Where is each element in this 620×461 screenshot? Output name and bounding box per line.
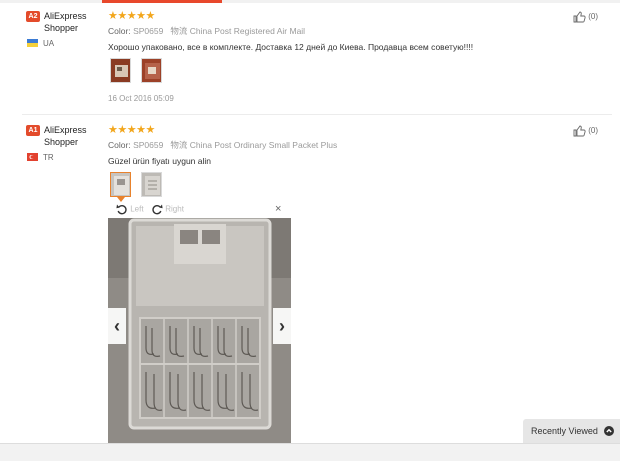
review-photo-thumbnail[interactable] bbox=[141, 172, 162, 197]
ukraine-flag-icon bbox=[27, 39, 38, 47]
logistics-value: China Post Registered Air Mail bbox=[189, 26, 306, 36]
color-value: SP0659 bbox=[133, 26, 164, 36]
review-divider bbox=[22, 114, 612, 115]
rating-stars: ★★★★★ bbox=[108, 10, 155, 22]
user-country: UA bbox=[43, 39, 55, 48]
user-name[interactable]: AliExpress Shopper bbox=[44, 10, 94, 34]
user-name[interactable]: AliExpress Shopper bbox=[44, 124, 94, 148]
user-level-badge: A1 bbox=[26, 125, 40, 136]
recently-viewed-tab[interactable]: Recently Viewed bbox=[523, 419, 620, 443]
color-value: SP0659 bbox=[133, 140, 164, 150]
photo-viewer-toolbar: Left Right × bbox=[108, 203, 291, 218]
next-photo-button[interactable]: › bbox=[273, 308, 291, 344]
fishing-hooks-box-photo bbox=[108, 218, 291, 443]
turkey-flag-icon bbox=[27, 153, 38, 161]
rotate-right-icon bbox=[152, 204, 163, 215]
chevron-up-glyph bbox=[606, 428, 612, 433]
top-tab-underline bbox=[0, 0, 620, 3]
feedback-text: Güzel ürün fiyatı uygun alin bbox=[108, 156, 212, 166]
logistics-value: China Post Ordinary Small Packet Plus bbox=[189, 140, 338, 150]
rotate-left-label: Left bbox=[130, 204, 144, 214]
review-date: 16 Oct 2016 05:09 bbox=[108, 94, 174, 103]
logistics-label: 物流 bbox=[170, 26, 188, 36]
helpful-button[interactable]: (0) bbox=[573, 11, 598, 23]
helpful-count: (0) bbox=[588, 126, 599, 136]
rotate-right-button[interactable]: Right bbox=[151, 204, 184, 215]
feedback-text: Хорошо упаковано, все в комплекте. Доста… bbox=[108, 42, 474, 52]
active-tab-indicator bbox=[102, 0, 222, 3]
review-meta: Color: SP0659 物流 China Post Ordinary Sma… bbox=[108, 139, 337, 151]
photo-thumbnail-image bbox=[111, 59, 130, 82]
helpful-button[interactable]: (0) bbox=[573, 125, 598, 137]
color-label: Color: bbox=[108, 26, 131, 36]
color-label: Color: bbox=[108, 140, 131, 150]
active-thumbnail-pointer-icon bbox=[117, 197, 125, 202]
bottom-status-bar bbox=[0, 443, 620, 461]
review-photo-large bbox=[108, 218, 291, 443]
close-viewer-button[interactable]: × bbox=[275, 203, 281, 215]
photo-viewer: Left Right × bbox=[108, 203, 291, 443]
recently-viewed-label: Recently Viewed bbox=[531, 426, 598, 436]
review-meta: Color: SP0659 物流 China Post Registered A… bbox=[108, 25, 305, 37]
review-photo-thumbnail[interactable] bbox=[110, 58, 131, 83]
thumbs-up-icon bbox=[573, 125, 586, 137]
photo-thumbnail-image bbox=[111, 173, 130, 196]
review-photo-thumbnail[interactable] bbox=[110, 172, 131, 197]
review-photo-thumbnail[interactable] bbox=[141, 58, 162, 83]
user-country: TR bbox=[43, 153, 54, 162]
chevron-up-icon bbox=[604, 426, 614, 436]
rating-stars: ★★★★★ bbox=[108, 124, 155, 136]
logistics-label: 物流 bbox=[170, 140, 188, 150]
previous-photo-button[interactable]: ‹ bbox=[108, 308, 126, 344]
thumbs-up-icon bbox=[573, 11, 586, 23]
rotate-right-label: Right bbox=[165, 204, 184, 214]
rotate-left-button[interactable]: Left bbox=[116, 204, 144, 215]
user-level-badge: A2 bbox=[26, 11, 40, 22]
helpful-count: (0) bbox=[588, 12, 599, 22]
photo-thumbnail-image bbox=[142, 173, 161, 196]
photo-thumbnail-image bbox=[142, 59, 161, 82]
rotate-left-icon bbox=[116, 204, 127, 215]
